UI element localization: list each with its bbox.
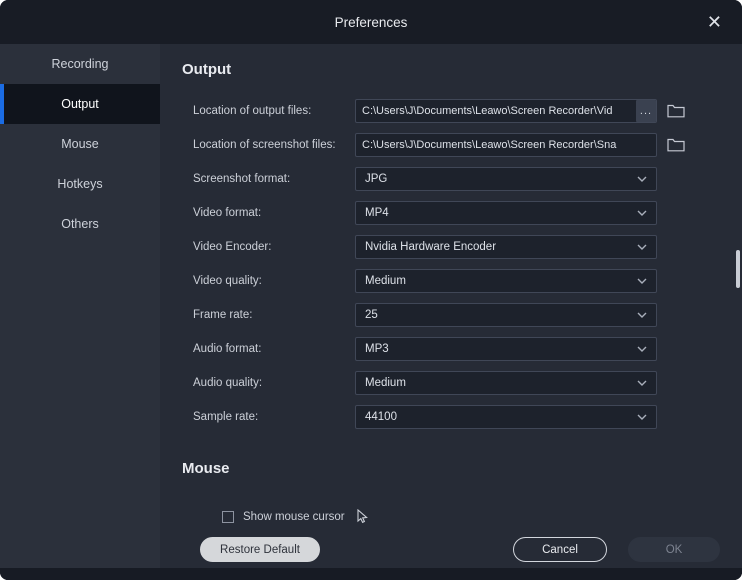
show-mouse-cursor-row: Show mouse cursor: [222, 509, 742, 524]
video-quality-select[interactable]: Medium: [355, 269, 657, 293]
select-value: Nvidia Hardware Encoder: [365, 241, 496, 253]
window-title: Preferences: [335, 15, 408, 30]
footer-bar: Restore Default Cancel OK: [160, 530, 742, 568]
browse-button[interactable]: ...: [636, 100, 656, 122]
sidebar: Recording Output Mouse Hotkeys Others: [0, 44, 160, 580]
sidebar-item-mouse[interactable]: Mouse: [0, 124, 160, 164]
sidebar-item-recording[interactable]: Recording: [0, 44, 160, 84]
field-label: Location of output files:: [193, 105, 355, 117]
output-location-field: ...: [355, 99, 657, 123]
field-label: Sample rate:: [193, 411, 355, 423]
sidebar-item-label: Hotkeys: [57, 177, 102, 191]
form-row-video-encoder: Video Encoder: Nvidia Hardware Encoder: [193, 230, 742, 264]
field-label: Audio quality:: [193, 377, 355, 389]
form-row-video-format: Video format: MP4: [193, 196, 742, 230]
chevron-down-icon: [637, 343, 647, 355]
close-icon[interactable]: ✕: [707, 13, 722, 31]
sidebar-item-label: Mouse: [61, 137, 99, 151]
sidebar-item-hotkeys[interactable]: Hotkeys: [0, 164, 160, 204]
sidebar-item-output[interactable]: Output: [0, 84, 160, 124]
select-value: 44100: [365, 411, 397, 423]
form-row-audio-format: Audio format: MP3: [193, 332, 742, 366]
sidebar-item-label: Others: [61, 217, 99, 231]
scrollbar-thumb[interactable]: [736, 250, 740, 288]
chevron-down-icon: [637, 275, 647, 287]
select-value: Medium: [365, 377, 406, 389]
form-row-output-location: Location of output files: ...: [193, 94, 742, 128]
audio-quality-select[interactable]: Medium: [355, 371, 657, 395]
show-mouse-cursor-label: Show mouse cursor: [243, 511, 345, 523]
mouse-pointer-icon: [356, 509, 369, 524]
cancel-button[interactable]: Cancel: [513, 537, 607, 562]
screenshot-format-select[interactable]: JPG: [355, 167, 657, 191]
sidebar-item-label: Recording: [52, 57, 109, 71]
field-label: Screenshot format:: [193, 173, 355, 185]
chevron-down-icon: [637, 309, 647, 321]
output-location-input[interactable]: [355, 99, 657, 123]
video-format-select[interactable]: MP4: [355, 201, 657, 225]
chevron-down-icon: [637, 173, 647, 185]
titlebar: Preferences ✕: [0, 0, 742, 44]
form-row-sample-rate: Sample rate: 44100: [193, 400, 742, 434]
field-label: Video Encoder:: [193, 241, 355, 253]
field-label: Video format:: [193, 207, 355, 219]
field-label: Audio format:: [193, 343, 355, 355]
frame-rate-select[interactable]: 25: [355, 303, 657, 327]
video-encoder-select[interactable]: Nvidia Hardware Encoder: [355, 235, 657, 259]
screenshot-location-field: [355, 133, 657, 157]
select-value: Medium: [365, 275, 406, 287]
chevron-down-icon: [637, 377, 647, 389]
screenshot-location-input[interactable]: [355, 133, 657, 157]
preferences-window: Preferences ✕ Recording Output Mouse Hot…: [0, 0, 742, 580]
select-value: MP3: [365, 343, 389, 355]
sidebar-item-label: Output: [61, 97, 99, 111]
audio-format-select[interactable]: MP3: [355, 337, 657, 361]
form-row-screenshot-location: Location of screenshot files:: [193, 128, 742, 162]
chevron-down-icon: [637, 207, 647, 219]
field-label: Video quality:: [193, 275, 355, 287]
form-row-audio-quality: Audio quality: Medium: [193, 366, 742, 400]
field-label: Frame rate:: [193, 309, 355, 321]
sidebar-item-others[interactable]: Others: [0, 204, 160, 244]
form-row-frame-rate: Frame rate: 25: [193, 298, 742, 332]
chevron-down-icon: [637, 241, 647, 253]
form-row-screenshot-format: Screenshot format: JPG: [193, 162, 742, 196]
select-value: 25: [365, 309, 378, 321]
open-folder-icon[interactable]: [667, 104, 685, 118]
mouse-section-heading: Mouse: [182, 460, 742, 477]
select-value: JPG: [365, 173, 387, 185]
field-label: Location of screenshot files:: [193, 139, 355, 151]
sample-rate-select[interactable]: 44100: [355, 405, 657, 429]
selected-accent-bar: [0, 84, 4, 124]
output-form: Location of output files: ... Location o…: [193, 94, 742, 434]
content-panel: Output Location of output files: ... Loc…: [160, 44, 742, 580]
select-value: MP4: [365, 207, 389, 219]
output-section-heading: Output: [182, 61, 742, 78]
show-mouse-cursor-checkbox[interactable]: [222, 511, 234, 523]
chevron-down-icon: [637, 411, 647, 423]
open-folder-icon[interactable]: [667, 138, 685, 152]
form-row-video-quality: Video quality: Medium: [193, 264, 742, 298]
restore-default-button[interactable]: Restore Default: [200, 537, 320, 562]
ok-button[interactable]: OK: [628, 537, 720, 562]
window-bottom-edge: [0, 568, 742, 580]
